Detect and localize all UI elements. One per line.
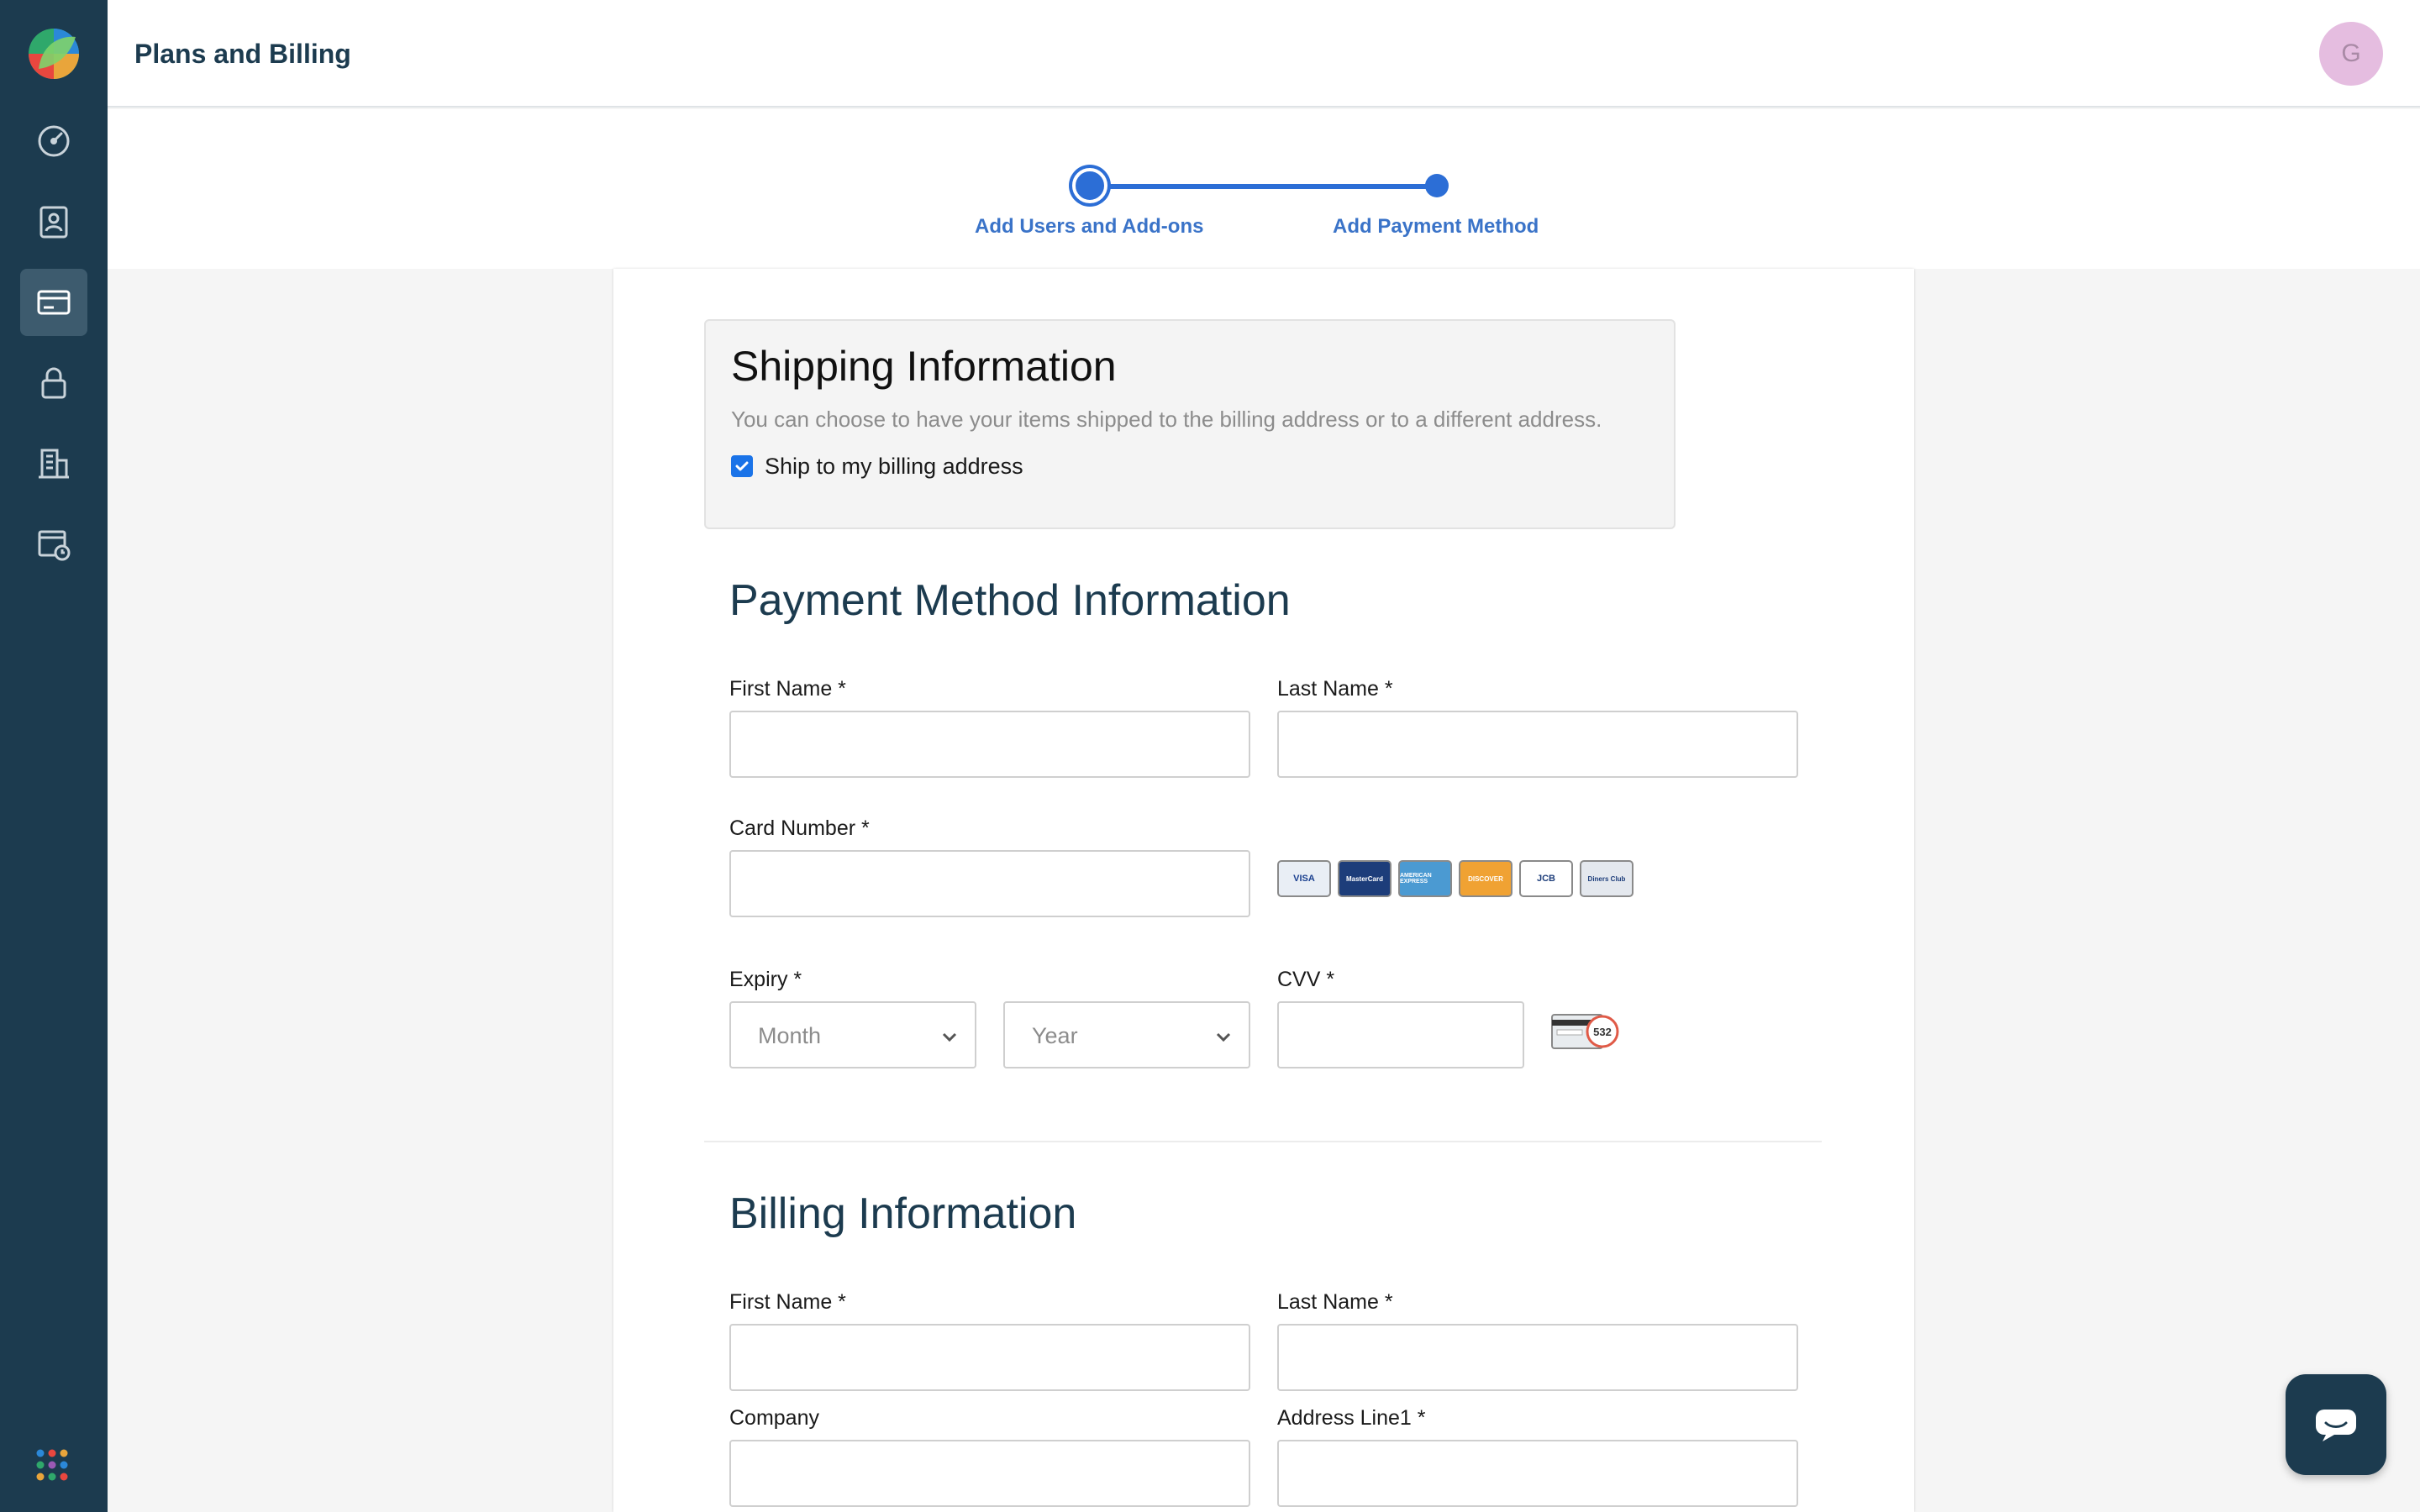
address-line1-input[interactable] xyxy=(1277,1440,1798,1507)
expiry-year-placeholder: Year xyxy=(1032,1023,1078,1048)
ship-to-billing-label[interactable]: Ship to my billing address xyxy=(765,452,1023,480)
section-divider xyxy=(704,1141,1822,1142)
user-badge-icon xyxy=(39,206,68,239)
cvv-hint-icon: 532 xyxy=(1551,1014,1619,1049)
billing-first-name-input[interactable] xyxy=(729,1324,1250,1391)
step-indicator-next[interactable] xyxy=(1425,174,1449,197)
shipping-info-panel: Shipping Information You can choose to h… xyxy=(704,319,1676,529)
top-header: Plans and Billing G xyxy=(108,0,2420,108)
chevron-down-icon xyxy=(1216,1032,1231,1042)
step-indicator-current[interactable] xyxy=(1072,168,1107,203)
step-label-add-users[interactable]: Add Users and Add-ons xyxy=(975,213,1203,240)
cvv-hint-digits: 532 xyxy=(1593,1026,1612,1038)
sidebar-item-dashboard[interactable] xyxy=(20,108,87,175)
billing-last-name-label: Last Name * xyxy=(1277,1290,1393,1314)
payment-first-name-label: First Name * xyxy=(729,677,846,701)
speedometer-icon xyxy=(38,125,70,157)
jcb-card-icon: JCB xyxy=(1519,860,1573,897)
billing-title: Billing Information xyxy=(729,1189,1077,1238)
sidebar-item-security[interactable] xyxy=(20,349,87,417)
accepted-cards: VISA MasterCard AMERICAN EXPRESS DISCOVE… xyxy=(1277,860,1634,899)
card-number-label: Card Number * xyxy=(729,816,870,840)
sidebar-item-billing[interactable] xyxy=(20,269,87,336)
checkmark-icon xyxy=(735,461,749,471)
payment-last-name-label: Last Name * xyxy=(1277,677,1393,701)
building-icon xyxy=(39,449,69,479)
mastercard-card-icon: MasterCard xyxy=(1338,860,1392,897)
expiry-month-select[interactable]: Month xyxy=(729,1001,976,1068)
shipping-description: You can choose to have your items shippe… xyxy=(731,407,1602,432)
billing-last-name-input[interactable] xyxy=(1277,1324,1798,1391)
billing-first-name-label: First Name * xyxy=(729,1290,846,1314)
sidebar-item-organization[interactable] xyxy=(20,430,87,497)
cvv-label: CVV * xyxy=(1277,968,1335,991)
avatar[interactable]: G xyxy=(2319,22,2383,86)
company-input[interactable] xyxy=(729,1440,1250,1507)
page-title: Plans and Billing xyxy=(134,39,351,69)
stepper xyxy=(108,109,2420,269)
diners-club-card-icon: Diners Club xyxy=(1580,860,1634,897)
logo[interactable] xyxy=(27,27,81,81)
expiry-month-placeholder: Month xyxy=(758,1023,822,1048)
chat-button[interactable] xyxy=(2286,1374,2386,1475)
payment-first-name-input[interactable] xyxy=(729,711,1250,778)
cvv-input[interactable] xyxy=(1277,1001,1524,1068)
shipping-title: Shipping Information xyxy=(731,343,1117,390)
calendar-clock-icon xyxy=(38,530,71,561)
discover-card-icon: DISCOVER xyxy=(1459,860,1512,897)
amex-card-icon: AMERICAN EXPRESS xyxy=(1398,860,1452,897)
visa-card-icon: VISA xyxy=(1277,860,1331,897)
sidebar-item-contacts[interactable] xyxy=(20,188,87,255)
payment-last-name-input[interactable] xyxy=(1277,711,1798,778)
lock-icon xyxy=(41,367,66,399)
step-label-add-payment[interactable]: Add Payment Method xyxy=(1333,213,1539,240)
expiry-year-select[interactable]: Year xyxy=(1003,1001,1250,1068)
ship-to-billing-checkbox[interactable] xyxy=(731,455,753,477)
stepper-connector xyxy=(1091,184,1437,189)
company-label: Company xyxy=(729,1406,819,1430)
chevron-down-icon xyxy=(942,1032,957,1042)
chat-bubble-icon xyxy=(2316,1410,2356,1441)
card-number-input[interactable] xyxy=(729,850,1250,917)
expiry-label: Expiry * xyxy=(729,968,802,991)
payment-form-card: Shipping Information You can choose to h… xyxy=(613,269,1914,1512)
address-line1-label: Address Line1 * xyxy=(1277,1406,1426,1430)
payment-method-title: Payment Method Information xyxy=(729,576,1291,625)
credit-card-icon xyxy=(37,290,71,315)
sidebar xyxy=(0,0,108,1512)
apps-grid-icon[interactable] xyxy=(35,1448,69,1482)
sidebar-item-schedule[interactable] xyxy=(20,511,87,578)
